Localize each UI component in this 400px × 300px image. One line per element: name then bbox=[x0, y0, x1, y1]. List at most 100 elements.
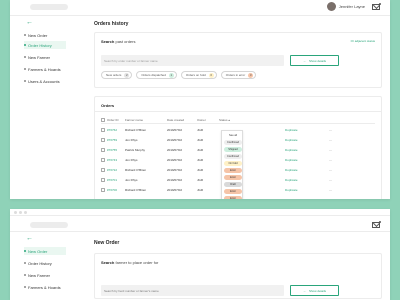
chip-new-orders[interactable]: New orders 2 bbox=[101, 71, 133, 79]
advanced-search-link[interactable]: Or adjacent status bbox=[351, 39, 375, 43]
more-options-icon[interactable]: ⋯ bbox=[329, 168, 332, 172]
more-options-icon[interactable]: ⋯ bbox=[329, 178, 332, 182]
dot-icon bbox=[24, 286, 26, 288]
row-checkbox[interactable] bbox=[101, 168, 105, 172]
duplicate-link[interactable]: Duplicate bbox=[285, 128, 298, 132]
sidebar-item-farmers-hoards[interactable]: Farmers & Hoards bbox=[24, 283, 66, 291]
duplicate-link[interactable]: Duplicate bbox=[285, 158, 298, 162]
row-checkbox[interactable] bbox=[101, 128, 105, 132]
chip-count: 2 bbox=[124, 72, 130, 78]
sidebar-item-label: Order History bbox=[28, 260, 52, 266]
order-id-link[interactable]: #76759 bbox=[107, 138, 117, 142]
arrow-icon: → bbox=[302, 288, 306, 293]
column-header-farmer[interactable]: Farmer name bbox=[125, 118, 143, 122]
notification-dot bbox=[379, 221, 381, 223]
show-details-button[interactable]: → Show details bbox=[290, 285, 339, 296]
status-option[interactable]: Confirmed bbox=[224, 140, 242, 145]
select-all-checkbox[interactable] bbox=[101, 117, 105, 122]
date-created: 2019/07/02 bbox=[167, 188, 183, 192]
sidebar-item-label: New Farmer bbox=[28, 272, 51, 278]
search-orders-card: Search past orders Or adjacent status →S… bbox=[94, 32, 382, 88]
sidebar-item-new-farmer[interactable]: New Farmer bbox=[24, 53, 66, 61]
owner: JGR bbox=[197, 158, 203, 162]
row-checkbox[interactable] bbox=[101, 138, 105, 142]
status-option[interactable]: Error bbox=[224, 189, 242, 194]
duplicate-link[interactable]: Duplicate bbox=[285, 148, 298, 152]
search-heading: Search past orders bbox=[101, 39, 135, 44]
status-option[interactable]: Shipped bbox=[224, 147, 242, 152]
chip-orders-in-error[interactable]: Orders in error 3 bbox=[220, 71, 257, 79]
row-checkbox[interactable] bbox=[101, 158, 105, 162]
status-option[interactable]: On hold bbox=[224, 161, 242, 166]
chip-orders-on-hold[interactable]: Orders on hold 0 bbox=[180, 71, 217, 79]
chip-label: New orders bbox=[106, 73, 122, 77]
order-id-link[interactable]: #76700 bbox=[107, 188, 117, 192]
search-input[interactable] bbox=[101, 285, 284, 296]
chip-count: 1 bbox=[168, 72, 174, 78]
status-option[interactable]: Error bbox=[224, 175, 242, 180]
order-id-link[interactable]: #76743 bbox=[107, 158, 117, 162]
row-checkbox[interactable] bbox=[101, 178, 105, 182]
more-options-icon[interactable]: ⋯ bbox=[329, 158, 332, 162]
status-option[interactable]: Draft bbox=[224, 182, 242, 187]
order-id-link[interactable]: #76722 bbox=[107, 168, 117, 172]
date-created: 2019/07/02 bbox=[167, 168, 183, 172]
chip-label: Orders in error bbox=[225, 73, 246, 77]
sidebar-item-label: Order History bbox=[28, 42, 52, 48]
row-checkbox[interactable] bbox=[101, 148, 105, 152]
sidebar-item-farmers-hoards[interactable]: Farmers & Hoards bbox=[24, 65, 66, 73]
sidebar-item-users-accounts[interactable]: Users & Accounts bbox=[24, 77, 66, 85]
main-content: Orders history Search past orders Or adj… bbox=[86, 17, 390, 199]
user-menu[interactable]: Jennifer Layne bbox=[326, 2, 381, 11]
search-heading: Search farmer to place order for bbox=[101, 260, 158, 265]
back-arrow-icon[interactable]: ← bbox=[26, 235, 33, 242]
user-name[interactable]: Jennifer Layne bbox=[339, 4, 365, 9]
duplicate-link[interactable]: Duplicate bbox=[285, 138, 298, 142]
search-heading-rest: past orders bbox=[115, 39, 136, 44]
sidebar-item-order-history[interactable]: Order History bbox=[24, 259, 66, 267]
row-checkbox[interactable] bbox=[101, 188, 105, 192]
orders-card: Orders Order ID Farmer name Date created… bbox=[94, 96, 382, 199]
status-dropdown[interactable]: See all Confirmed Shipped Confirmed On hold E… bbox=[221, 130, 243, 199]
duplicate-link[interactable]: Duplicate bbox=[285, 178, 298, 182]
more-options-icon[interactable]: ⋯ bbox=[329, 188, 332, 192]
orders-history-window: Jennifer Layne ← New Order Order History… bbox=[10, 0, 390, 199]
status-option[interactable]: Error bbox=[224, 168, 242, 173]
sidebar-item-label: Farmers & Hoards bbox=[28, 66, 61, 72]
back-arrow-icon[interactable]: ← bbox=[26, 19, 33, 26]
sidebar-item-new-order[interactable]: New Order bbox=[24, 31, 66, 39]
order-id-link[interactable]: #76762 bbox=[107, 128, 117, 132]
status-option[interactable]: Error bbox=[224, 196, 242, 199]
sidebar-item-new-farmer[interactable]: New Farmer bbox=[24, 271, 66, 279]
duplicate-link[interactable]: Duplicate bbox=[285, 168, 298, 172]
window-close-button[interactable] bbox=[14, 211, 17, 214]
sidebar-item-new-order[interactable]: New Order bbox=[24, 247, 66, 255]
window-minimize-button[interactable] bbox=[19, 211, 22, 214]
farmer-name: Richard O'Brien bbox=[125, 128, 147, 132]
more-options-icon[interactable]: ⋯ bbox=[329, 148, 332, 152]
owner: JGR bbox=[197, 168, 203, 172]
sidebar-item-label: New Farmer bbox=[28, 54, 51, 60]
chip-count: 0 bbox=[208, 72, 214, 78]
window-maximize-button[interactable] bbox=[24, 211, 27, 214]
sidebar-item-label: New Order bbox=[28, 248, 48, 254]
search-input[interactable] bbox=[101, 55, 284, 66]
duplicate-link[interactable]: Duplicate bbox=[285, 188, 298, 192]
mail-icon[interactable] bbox=[372, 2, 381, 10]
order-id-link[interactable]: #76755 bbox=[107, 148, 117, 152]
avatar[interactable] bbox=[326, 2, 336, 11]
column-header-owner[interactable]: Owner bbox=[197, 118, 206, 122]
more-options-icon[interactable]: ⋯ bbox=[329, 138, 332, 142]
status-option[interactable]: Confirmed bbox=[224, 154, 242, 159]
farmer-name: Jon Rhys bbox=[125, 178, 138, 182]
column-header-date[interactable]: Date created bbox=[167, 118, 184, 122]
sidebar-item-order-history[interactable]: Order History bbox=[24, 41, 66, 49]
chip-orders-dispatched[interactable]: Orders dispatched 1 bbox=[136, 71, 177, 79]
column-header-status[interactable]: Status ▴ bbox=[219, 118, 230, 122]
owner: JGR bbox=[197, 148, 203, 152]
status-option[interactable]: See all bbox=[224, 133, 242, 138]
more-options-icon[interactable]: ⋯ bbox=[329, 128, 332, 132]
column-header-order-id[interactable]: Order ID bbox=[107, 118, 119, 122]
show-details-button[interactable]: → Show details bbox=[290, 55, 339, 66]
order-id-link[interactable]: #76701 bbox=[107, 178, 117, 182]
